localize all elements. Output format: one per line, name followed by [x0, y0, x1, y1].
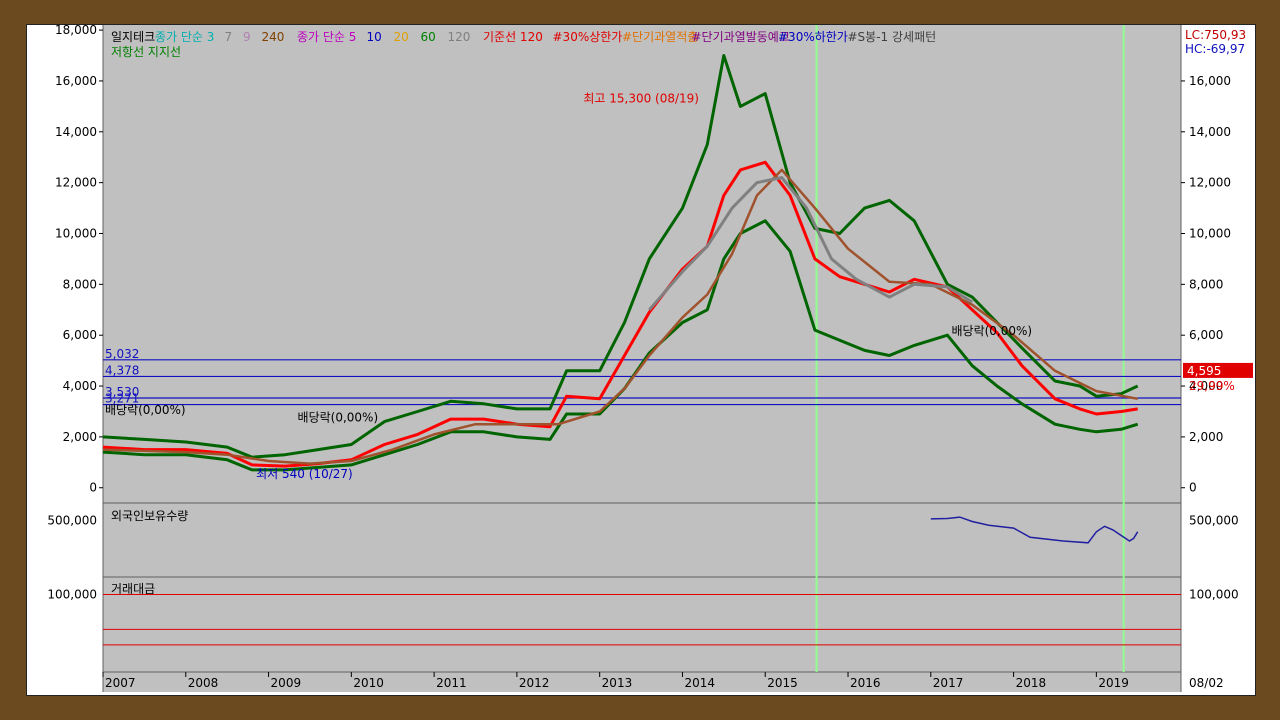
plot-background	[103, 25, 1181, 692]
hc-readout: HC:-69,97	[1185, 42, 1245, 56]
y-tick-label-right: 8,000	[1189, 277, 1223, 291]
lc-readout: LC:750,93	[1185, 28, 1246, 42]
x-tick-label: 2012	[519, 676, 550, 690]
x-tick-label: 2017	[933, 676, 964, 690]
legend-item: 240	[262, 30, 285, 44]
y-tick-label-left: 16,000	[55, 74, 97, 88]
legend-line2: 저항선 지지선	[111, 45, 181, 59]
legend-item: 10	[367, 30, 382, 44]
y-tick-label-right: 14,000	[1189, 125, 1231, 139]
chart-frame: 18,000 16,000 14,000 12,000 10,000 8,000 6,000…	[26, 24, 1256, 696]
volume-tick-right: 100,000	[1189, 588, 1239, 602]
legend-item: #30%상한가	[553, 30, 623, 44]
current-price-label: 4,595	[1187, 364, 1221, 378]
legend-item: 20	[394, 30, 409, 44]
y-tick-label-right: 16,000	[1189, 74, 1231, 88]
level-label: 4,378	[105, 363, 139, 377]
legend-item: 9	[243, 30, 251, 44]
x-tick-label: 2010	[353, 676, 384, 690]
y-tick-label-left: 4,000	[63, 379, 97, 393]
high-annotation: 최고 15,300 (08/19)	[583, 92, 699, 106]
y-tick-label-left: 2,000	[63, 430, 97, 444]
y-tick-label-left: 0	[89, 481, 97, 495]
y-tick-label-left: 18,000	[55, 25, 97, 37]
legend-item: 7	[225, 30, 233, 44]
y-tick-label-left: 10,000	[55, 226, 97, 240]
dividend-annotation: 배당락(0,00%)	[298, 411, 379, 425]
legend-item: 일지테크	[111, 30, 155, 44]
foreign-panel-title: 외국인보유수량	[111, 509, 188, 523]
x-tick-label: 2014	[684, 676, 715, 690]
legend-item: 기준선 120	[483, 30, 543, 44]
legend-item: #단기과열적출	[622, 30, 698, 44]
y-tick-label-right: 6,000	[1189, 328, 1223, 342]
level-label: 5,032	[105, 347, 139, 361]
change-percent-label: 29,99%	[1189, 379, 1235, 393]
y-tick-label-right: 0	[1189, 481, 1197, 495]
legend-item: #단기과열발동예고	[692, 30, 790, 44]
y-tick-label-right: 10,000	[1189, 226, 1231, 240]
foreign-tick-left: 500,000	[47, 514, 97, 528]
x-date-label: 08/02	[1189, 676, 1224, 690]
x-tick-label: 2018	[1016, 676, 1047, 690]
dividend-annotation: 배당락(0,00%)	[951, 324, 1032, 338]
volume-tick-left: 100,000	[47, 588, 97, 602]
y-tick-label-left: 6,000	[63, 328, 97, 342]
low-annotation: 최저 540 (10/27)	[256, 467, 353, 481]
x-tick-label: 2019	[1098, 676, 1129, 690]
y-tick-label-right: 12,000	[1189, 176, 1231, 190]
x-tick-label: 2011	[436, 676, 467, 690]
x-tick-label: 2009	[271, 676, 302, 690]
x-tick-label: 2008	[188, 676, 219, 690]
x-tick-label: 2016	[850, 676, 881, 690]
stock-chart: 18,000 16,000 14,000 12,000 10,000 8,000 6,000…	[47, 25, 1253, 692]
legend-item: #30%하한가	[778, 30, 848, 44]
legend-item: #S봉-1 강세패턴	[848, 30, 937, 44]
y-tick-label-left: 14,000	[55, 125, 97, 139]
legend-item: 종가 단순 3	[155, 30, 214, 44]
y-tick-label-right: 2,000	[1189, 430, 1223, 444]
dividend-annotation: 배당락(0,00%)	[105, 403, 186, 417]
y-tick-label-left: 8,000	[63, 277, 97, 291]
y-tick-label-left: 12,000	[55, 176, 97, 190]
x-tick-label: 2007	[105, 676, 136, 690]
x-tick-label: 2013	[602, 676, 633, 690]
volume-panel-title: 거래대금	[111, 582, 155, 596]
legend-item: 60	[421, 30, 436, 44]
x-tick-label: 2015	[767, 676, 798, 690]
legend-item: 종가 단순 5	[297, 30, 356, 44]
foreign-tick-right: 500,000	[1189, 514, 1239, 528]
legend-item: 120	[448, 30, 471, 44]
